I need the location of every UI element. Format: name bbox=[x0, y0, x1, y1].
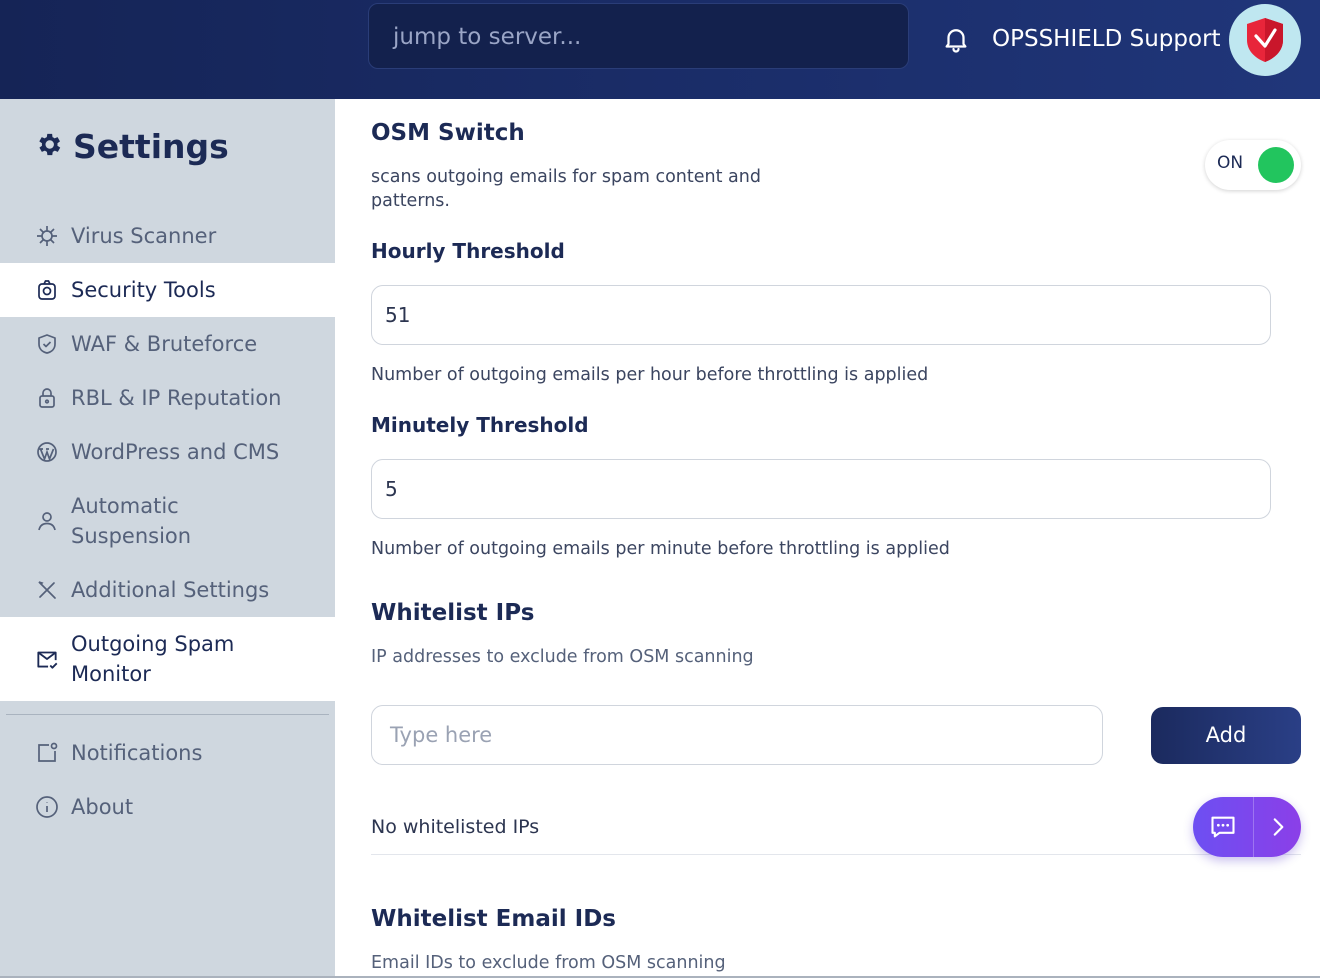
osm-switch-description: scans outgoing emails for spam content a… bbox=[371, 167, 761, 187]
sidebar-item-additional-settings[interactable]: Additional Settings bbox=[0, 563, 335, 617]
sidebar-item-label: Virus Scanner bbox=[71, 224, 217, 248]
sidebar-item-notifications[interactable]: Notifications bbox=[0, 726, 335, 780]
whitelist-ips-title: Whitelist IPs bbox=[371, 600, 535, 626]
sidebar-item-outgoing-spam-monitor[interactable]: Outgoing Spam Monitor bbox=[0, 617, 335, 701]
sidebar-item-label: RBL & IP Reputation bbox=[71, 386, 282, 410]
settings-title: Settings bbox=[73, 127, 229, 166]
bell-icon[interactable] bbox=[941, 24, 971, 54]
sidebar-item-rbl-ip-reputation[interactable]: RBL & IP Reputation bbox=[0, 371, 335, 425]
sidebar-item-security-tools[interactable]: Security Tools bbox=[0, 263, 335, 317]
shield-check-icon bbox=[34, 331, 60, 357]
sidebar-item-label: WordPress and CMS bbox=[71, 440, 280, 464]
hourly-threshold-description: Number of outgoing emails per hour befor… bbox=[371, 365, 929, 385]
top-bar: jump to server... OPSSHIELD Support bbox=[0, 0, 1320, 99]
hourly-threshold-input[interactable]: 51 bbox=[371, 285, 1271, 345]
minutely-threshold-description: Number of outgoing emails per minute bef… bbox=[371, 539, 950, 559]
osm-switch-title: OSM Switch bbox=[371, 120, 525, 146]
chat-icon[interactable] bbox=[1209, 812, 1237, 842]
osm-toggle[interactable]: ON bbox=[1205, 140, 1301, 190]
gear-icon bbox=[34, 130, 63, 163]
info-icon bbox=[34, 794, 60, 820]
osm-switch-description-line2: patterns. bbox=[371, 191, 450, 211]
whitelist-ip-input[interactable]: Type here bbox=[371, 705, 1103, 765]
sidebar-divider bbox=[6, 714, 329, 715]
toggle-label: ON bbox=[1217, 153, 1244, 173]
sidebar-item-label: Outgoing Spam bbox=[71, 632, 235, 656]
sidebar-item-label-line2: Suspension bbox=[71, 524, 192, 548]
add-ip-button[interactable]: Add bbox=[1151, 707, 1301, 764]
chevron-right-icon[interactable] bbox=[1265, 813, 1291, 841]
sidebar-item-virus-scanner[interactable]: Virus Scanner bbox=[0, 209, 335, 263]
sidebar-item-label: Security Tools bbox=[71, 278, 216, 302]
sidebar-item-automatic-suspension[interactable]: Automatic Suspension bbox=[0, 479, 335, 563]
sidebar-item-label-line2: Monitor bbox=[71, 662, 151, 686]
chat-widget-divider bbox=[1253, 797, 1254, 857]
minutely-threshold-title: Minutely Threshold bbox=[371, 413, 589, 437]
sidebar-item-label: About bbox=[71, 795, 134, 819]
minutely-threshold-input[interactable]: 5 bbox=[371, 459, 1271, 519]
no-whitelisted-ips: No whitelisted IPs bbox=[371, 816, 540, 838]
sidebar-item-waf-bruteforce[interactable]: WAF & Bruteforce bbox=[0, 317, 335, 371]
sidebar-item-label: WAF & Bruteforce bbox=[71, 332, 258, 356]
mail-check-icon bbox=[34, 646, 60, 672]
sidebar-item-label: Notifications bbox=[71, 741, 203, 765]
wordpress-icon bbox=[34, 439, 60, 465]
list-divider bbox=[371, 854, 1301, 855]
user-icon bbox=[34, 508, 60, 534]
sidebar-item-about[interactable]: About bbox=[0, 780, 335, 834]
user-name[interactable]: OPSSHIELD Support bbox=[992, 22, 1221, 56]
whitelist-ips-description: IP addresses to exclude from OSM scannin… bbox=[371, 647, 754, 667]
avatar[interactable] bbox=[1229, 4, 1301, 76]
sidebar-item-label: Additional Settings bbox=[71, 578, 270, 602]
sidebar-item-label: Automatic bbox=[71, 494, 179, 518]
sidebar-item-wordpress-cms[interactable]: WordPress and CMS bbox=[0, 425, 335, 479]
jump-to-server-input[interactable]: jump to server... bbox=[368, 3, 909, 69]
shield-logo-icon bbox=[1247, 18, 1283, 62]
whitelist-email-description: Email IDs to exclude from OSM scanning bbox=[371, 953, 726, 973]
whitelist-email-title: Whitelist Email IDs bbox=[371, 906, 616, 932]
hourly-threshold-title: Hourly Threshold bbox=[371, 239, 565, 263]
camera-icon bbox=[34, 277, 60, 303]
chat-widget[interactable] bbox=[1193, 797, 1301, 857]
notification-icon bbox=[34, 740, 60, 766]
settings-heading: Settings bbox=[34, 127, 229, 166]
tools-icon bbox=[34, 577, 60, 603]
virus-icon bbox=[34, 223, 60, 249]
toggle-knob bbox=[1258, 147, 1294, 183]
lock-icon bbox=[34, 385, 60, 411]
